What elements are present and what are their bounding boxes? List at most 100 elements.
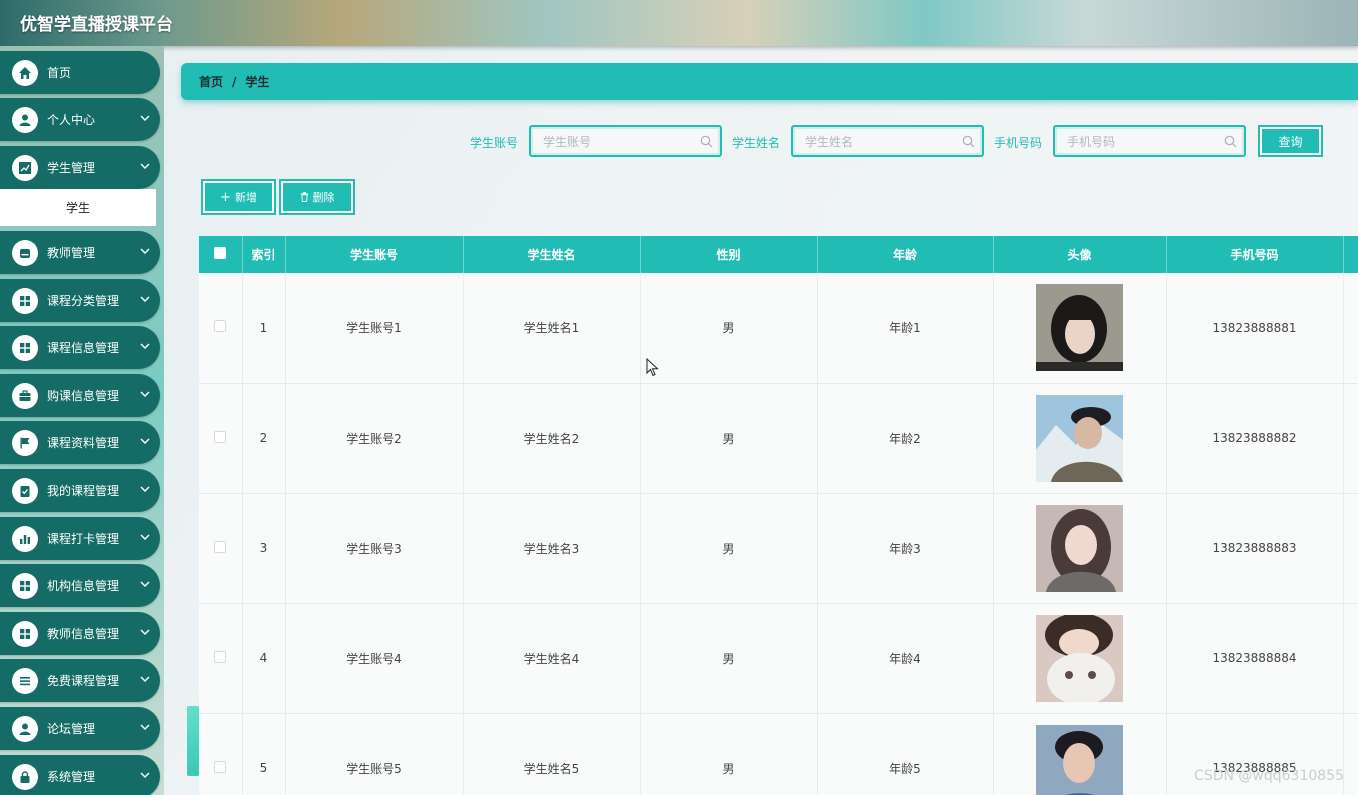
chevron-down-icon bbox=[140, 676, 150, 682]
briefcase-icon bbox=[12, 382, 38, 409]
chevron-down-icon bbox=[140, 486, 150, 492]
add-button[interactable]: + 新增 bbox=[201, 179, 276, 215]
home-icon bbox=[12, 59, 38, 86]
cell-age: 年龄5 bbox=[817, 713, 994, 795]
sidebar-item-label: 教师信息管理 bbox=[47, 627, 120, 641]
cell-index: 2 bbox=[242, 383, 286, 494]
avatar[interactable] bbox=[1036, 284, 1123, 372]
row-checkbox[interactable] bbox=[214, 320, 227, 333]
cell-name: 学生姓名1 bbox=[463, 273, 641, 384]
sidebar-item-course-category[interactable]: 课程分类管理 bbox=[0, 279, 160, 322]
grid-icon bbox=[12, 620, 38, 647]
chevron-down-icon bbox=[140, 296, 150, 302]
row-checkbox[interactable] bbox=[214, 540, 227, 553]
breadcrumb-home[interactable]: 首页 bbox=[199, 73, 223, 90]
sidebar-item-label: 首页 bbox=[47, 66, 72, 80]
phone-field[interactable] bbox=[1053, 125, 1246, 157]
table-row[interactable]: 1 学生账号1 学生姓名1 男 年龄1 13823888881 bbox=[199, 273, 1358, 384]
user-icon bbox=[12, 715, 38, 742]
chevron-down-icon bbox=[140, 581, 150, 587]
clipboard-icon bbox=[12, 477, 38, 504]
table-row[interactable]: 3 学生账号3 学生姓名3 男 年龄3 13823888883 bbox=[199, 493, 1358, 604]
lock-icon bbox=[12, 763, 38, 790]
student-account-field[interactable] bbox=[529, 125, 722, 157]
chevron-down-icon bbox=[140, 115, 150, 121]
sidebar-item-label: 论坛管理 bbox=[47, 722, 96, 736]
breadcrumb-current: 学生 bbox=[245, 75, 270, 89]
sidebar-item-my-courses[interactable]: 我的课程管理 bbox=[0, 469, 160, 512]
folder-icon bbox=[12, 239, 38, 266]
cell-phone: 13823888882 bbox=[1166, 383, 1344, 494]
column-header-phone: 手机号码 bbox=[1166, 236, 1344, 273]
sidebar-item-label: 免费课程管理 bbox=[47, 674, 120, 688]
cell-index: 4 bbox=[242, 603, 286, 714]
chevron-down-icon bbox=[140, 724, 150, 730]
avatar[interactable] bbox=[1036, 614, 1123, 702]
cell-phone: 13823888884 bbox=[1166, 603, 1344, 714]
sidebar-item-personal-center[interactable]: 个人中心 bbox=[0, 98, 160, 141]
sidebar-subitem-student[interactable]: 学生 bbox=[0, 189, 156, 226]
sidebar-item-course-materials[interactable]: 课程资料管理 bbox=[0, 421, 160, 464]
sidebar-item-free-courses[interactable]: 免费课程管理 bbox=[0, 659, 160, 702]
avatar[interactable] bbox=[1036, 504, 1123, 592]
table-row[interactable]: 2 学生账号2 学生姓名2 男 年龄2 13823888882 bbox=[199, 383, 1358, 494]
cell-account: 学生账号5 bbox=[285, 713, 464, 795]
sidebar-item-course-checkin[interactable]: 课程打卡管理 bbox=[0, 517, 160, 560]
query-button[interactable]: 查询 bbox=[1258, 125, 1323, 157]
sidebar-item-forum[interactable]: 论坛管理 bbox=[0, 707, 160, 750]
sidebar-item-student-management[interactable]: 学生管理 bbox=[0, 146, 160, 189]
app-title: 优智学直播授课平台 bbox=[20, 15, 173, 35]
sidebar-item-teacher-info[interactable]: 教师信息管理 bbox=[0, 612, 160, 655]
sidebar-item-label: 课程分类管理 bbox=[47, 294, 120, 308]
phone-input[interactable] bbox=[1067, 134, 1217, 150]
sidebar-item-label: 学生管理 bbox=[47, 161, 96, 175]
bar-chart-icon bbox=[12, 525, 38, 552]
decorative-bar bbox=[187, 706, 199, 776]
cell-phone: 13823888881 bbox=[1166, 273, 1344, 384]
column-header-account: 学生账号 bbox=[285, 236, 464, 273]
sidebar-item-label: 系统管理 bbox=[47, 770, 96, 784]
student-name-field[interactable] bbox=[791, 125, 984, 157]
column-header-gender: 性别 bbox=[640, 236, 818, 273]
sidebar-item-teacher-management[interactable]: 教师管理 bbox=[0, 231, 160, 274]
trash-icon bbox=[300, 192, 308, 202]
cell-index: 5 bbox=[242, 713, 286, 795]
add-button-label: 新增 bbox=[234, 191, 257, 204]
avatar[interactable] bbox=[1036, 394, 1123, 482]
cell-age: 年龄1 bbox=[817, 273, 994, 384]
student-name-input[interactable] bbox=[805, 134, 955, 150]
cell-gender: 男 bbox=[640, 493, 818, 604]
chevron-down-icon bbox=[140, 772, 150, 778]
cell-name: 学生姓名4 bbox=[463, 603, 641, 714]
sidebar-item-course-info[interactable]: 课程信息管理 bbox=[0, 326, 160, 369]
select-all-cell[interactable] bbox=[199, 236, 243, 273]
student-account-input[interactable] bbox=[543, 134, 693, 150]
row-checkbox[interactable] bbox=[214, 760, 227, 773]
table-row[interactable]: 4 学生账号4 学生姓名4 男 年龄4 13823888884 bbox=[199, 603, 1358, 714]
sidebar-item-system[interactable]: 系统管理 bbox=[0, 755, 160, 795]
search-icon bbox=[962, 135, 975, 148]
flag-icon bbox=[12, 429, 38, 456]
cell-account: 学生账号3 bbox=[285, 493, 464, 604]
avatar[interactable] bbox=[1036, 724, 1123, 795]
table-row[interactable]: 5 学生账号5 学生姓名5 男 年龄5 13823888885 bbox=[199, 713, 1358, 795]
sidebar-item-label: 课程信息管理 bbox=[47, 341, 120, 355]
select-all-checkbox[interactable] bbox=[214, 247, 227, 259]
student-account-label: 学生账号 bbox=[470, 136, 519, 150]
sidebar-item-institution-info[interactable]: 机构信息管理 bbox=[0, 564, 160, 607]
watermark: CSDN @wqq6310855 bbox=[1194, 768, 1344, 784]
delete-button[interactable]: 删除 bbox=[279, 179, 355, 215]
cell-name: 学生姓名2 bbox=[463, 383, 641, 494]
column-header-name: 学生姓名 bbox=[463, 236, 641, 273]
sidebar-item-purchase-info[interactable]: 购课信息管理 bbox=[0, 374, 160, 417]
cell-account: 学生账号4 bbox=[285, 603, 464, 714]
sidebar-item-home[interactable]: 首页 bbox=[0, 51, 160, 94]
cell-gender: 男 bbox=[640, 383, 818, 494]
breadcrumb-separator: / bbox=[232, 74, 237, 89]
row-checkbox[interactable] bbox=[214, 650, 227, 663]
phone-label: 手机号码 bbox=[994, 136, 1043, 150]
row-checkbox[interactable] bbox=[214, 430, 227, 443]
chevron-down-icon bbox=[140, 629, 150, 635]
cell-name: 学生姓名3 bbox=[463, 493, 641, 604]
chevron-down-icon bbox=[140, 248, 150, 254]
